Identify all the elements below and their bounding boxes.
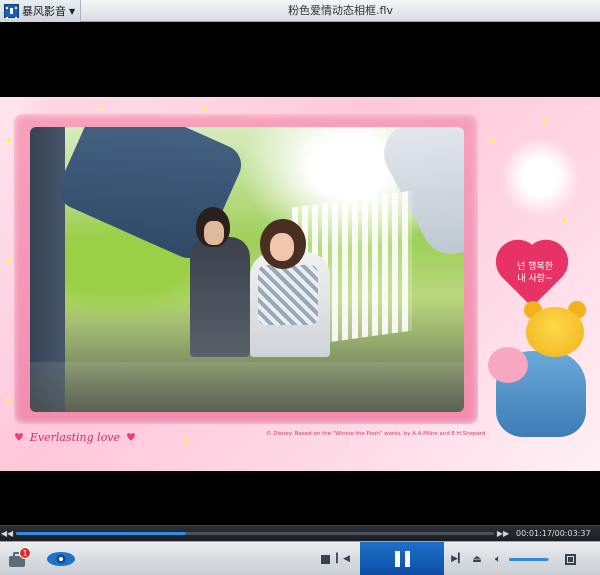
couple bbox=[180, 207, 340, 357]
film-strip-icon bbox=[4, 4, 19, 19]
heart-text: 넌 행복한 내 사랑~ bbox=[504, 261, 566, 285]
ground bbox=[30, 362, 464, 412]
video-frame: ✦ ✦ ✦ ✦ ✦ ✦ ✦ ✦ ✦ 넌 행복한 내 사랑~ ♥ Everlast… bbox=[0, 97, 600, 471]
seek-bar-fill bbox=[16, 532, 186, 535]
previous-button[interactable]: ▎◀ bbox=[336, 553, 350, 565]
app-menu-button[interactable]: 暴风影音 ▼ bbox=[0, 0, 81, 22]
star-icon: ✦ bbox=[97, 102, 106, 113]
rewind-icon[interactable]: ◀◀ bbox=[0, 526, 14, 542]
app-name: 暴风影音 bbox=[22, 5, 66, 18]
volume-slider[interactable] bbox=[509, 558, 549, 561]
next-icon: ▶▎ bbox=[451, 554, 465, 564]
credit-text: © Disney. Based on the "Winnie the Pooh"… bbox=[266, 431, 486, 437]
star-icon: ✦ bbox=[4, 396, 13, 407]
star-icon: ✦ bbox=[4, 256, 13, 267]
title-bar: 暴风影音 ▼ 粉色爱情动态相框.flv bbox=[0, 0, 600, 22]
fullscreen-icon bbox=[564, 553, 576, 565]
tagline: ♥ Everlasting love ♥ bbox=[14, 427, 136, 447]
pause-button[interactable] bbox=[360, 542, 444, 575]
video-area[interactable]: ✦ ✦ ✦ ✦ ✦ ✦ ✦ ✦ ✦ 넌 행복한 내 사랑~ ♥ Everlast… bbox=[0, 23, 600, 525]
fullscreen-button[interactable] bbox=[563, 552, 577, 566]
control-bar: 1 ▎◀ ▶▎ ⏏ 🔈︎ bbox=[0, 541, 600, 575]
window-title: 粉色爱情动态相框.flv bbox=[288, 4, 393, 17]
volume-slider-fill bbox=[509, 558, 549, 561]
man-figure bbox=[190, 237, 250, 357]
stop-button[interactable] bbox=[319, 553, 331, 565]
heart-text-line1: 넌 행복한 bbox=[517, 262, 553, 272]
man-head bbox=[196, 207, 230, 247]
stop-icon bbox=[320, 554, 330, 564]
seek-bar[interactable] bbox=[16, 532, 494, 535]
time-display: 00:01:17/00:03:37 bbox=[516, 529, 591, 538]
progress-row: ◀◀ ▶▶ 00:01:17/00:03:37 bbox=[0, 525, 600, 541]
heart-icon: ♥ bbox=[126, 430, 136, 444]
eject-button[interactable]: ⏏ bbox=[470, 553, 484, 565]
eject-icon: ⏏ bbox=[472, 553, 482, 565]
bear-head bbox=[526, 307, 584, 357]
heart-text-line2: 내 사랑~ bbox=[517, 274, 553, 284]
next-button[interactable]: ▶▎ bbox=[451, 553, 465, 565]
chevron-down-icon: ▼ bbox=[69, 6, 76, 16]
previous-icon: ▎◀ bbox=[336, 554, 350, 564]
mute-button[interactable]: 🔈︎ bbox=[491, 553, 505, 565]
eye-icon bbox=[47, 552, 75, 566]
woman-head bbox=[260, 219, 306, 269]
star-icon: ✦ bbox=[200, 104, 209, 115]
star-icon: ✦ bbox=[488, 136, 497, 147]
heart-icon: ♥ bbox=[14, 430, 24, 444]
star-icon: ✦ bbox=[182, 436, 191, 447]
pooh-bear-illustration bbox=[486, 301, 598, 447]
photo bbox=[30, 127, 464, 412]
scarf bbox=[258, 265, 318, 325]
fast-forward-icon[interactable]: ▶▶ bbox=[496, 526, 510, 542]
speaker-icon: 🔈︎ bbox=[495, 553, 501, 565]
star-icon: ✦ bbox=[4, 136, 13, 147]
piglet bbox=[488, 347, 528, 383]
eye-button[interactable] bbox=[46, 551, 76, 567]
star-icon: ✦ bbox=[560, 216, 569, 227]
pause-icon bbox=[394, 551, 410, 567]
tagline-text: Everlasting love bbox=[29, 430, 121, 444]
notification-badge: 1 bbox=[19, 547, 31, 559]
star-icon: ✦ bbox=[540, 116, 549, 127]
